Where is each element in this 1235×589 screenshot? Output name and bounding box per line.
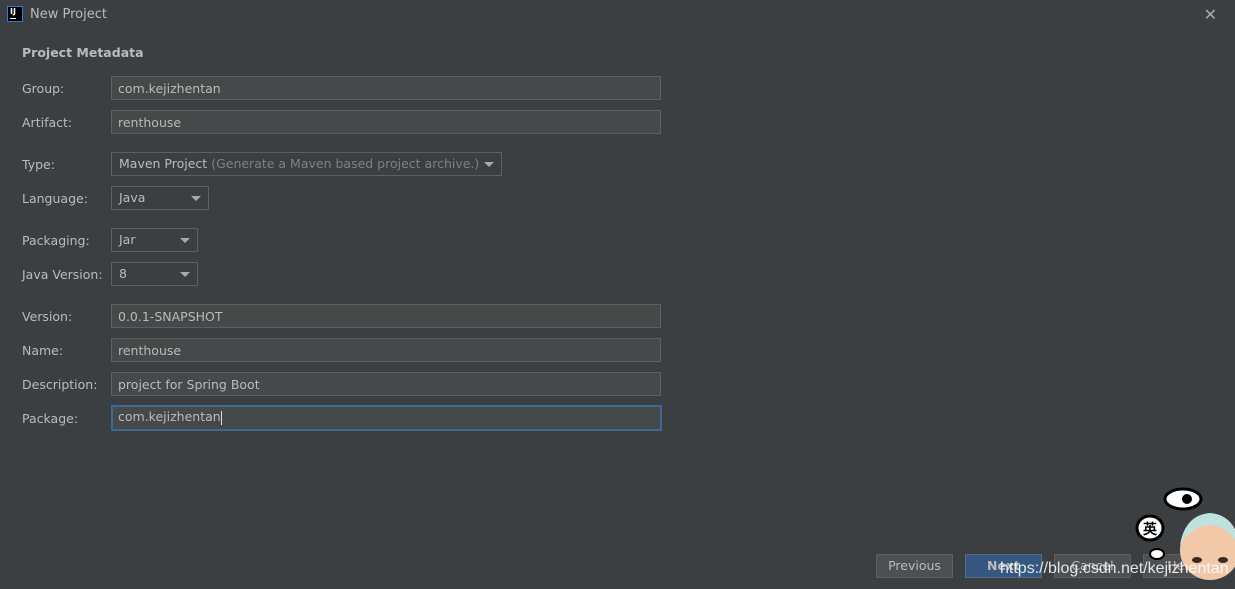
version-input[interactable] (111, 304, 661, 328)
java-version-label: Java Version: (22, 267, 103, 282)
language-value: Java (119, 190, 146, 205)
chevron-down-icon (191, 196, 201, 201)
type-hint: (Generate a Maven based project archive.… (211, 156, 480, 171)
packaging-label: Packaging: (22, 233, 90, 248)
type-label: Type: (22, 157, 55, 172)
type-select[interactable]: Maven Project (Generate a Maven based pr… (111, 152, 502, 176)
description-input[interactable] (111, 372, 661, 396)
language-label: Language: (22, 191, 88, 206)
packaging-value: Jar (119, 232, 136, 247)
language-select[interactable]: Java (111, 186, 209, 210)
package-input[interactable]: com.kejizhentan (111, 405, 662, 431)
watermark: https://blog.csdn.net/kejizhentan (1000, 560, 1229, 577)
window-title: New Project (30, 7, 107, 22)
type-value: Maven Project (119, 156, 208, 171)
chevron-down-icon (180, 238, 190, 243)
name-input[interactable] (111, 338, 661, 362)
chevron-down-icon (180, 272, 190, 277)
text-caret (220, 410, 222, 425)
description-label: Description: (22, 377, 98, 392)
svg-text:英: 英 (1142, 521, 1158, 538)
close-icon[interactable]: ✕ (1204, 5, 1217, 24)
title-bar: IJ New Project ✕ (0, 0, 1235, 30)
java-version-select[interactable]: 8 (111, 262, 198, 286)
intellij-idea-icon: IJ (7, 6, 23, 22)
artifact-input[interactable] (111, 110, 661, 134)
java-version-value: 8 (119, 266, 127, 281)
group-label: Group: (22, 81, 65, 96)
package-value: com.kejizhentan (118, 409, 221, 424)
package-label: Package: (22, 411, 79, 426)
version-label: Version: (22, 309, 73, 324)
group-input[interactable] (111, 76, 661, 100)
section-title: Project Metadata (22, 45, 144, 60)
artifact-label: Artifact: (22, 115, 73, 130)
packaging-select[interactable]: Jar (111, 228, 198, 252)
chevron-down-icon (484, 162, 494, 167)
name-label: Name: (22, 343, 64, 358)
previous-button[interactable]: Previous (876, 554, 953, 578)
